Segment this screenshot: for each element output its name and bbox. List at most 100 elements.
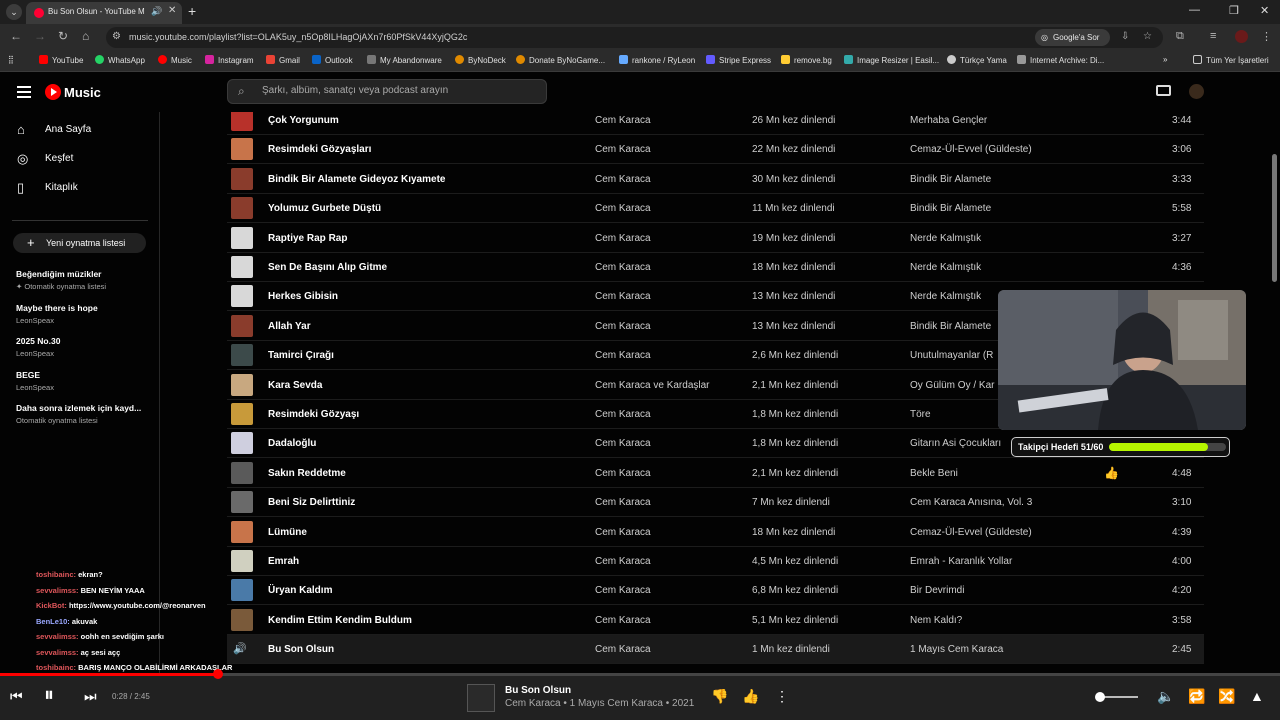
track-thumbnail[interactable]	[231, 403, 253, 425]
sidebar-playlist[interactable]: Maybe there is hope LeonSpeax	[16, 303, 151, 325]
bookmark-removebg[interactable]: remove.bg	[781, 55, 832, 65]
cast-icon[interactable]	[1156, 85, 1171, 96]
extensions-icon[interactable]: ⧉	[1176, 30, 1184, 43]
track-thumbnail[interactable]	[231, 197, 253, 220]
track-row[interactable]: 🔊 Bu Son Olsun Cem Karaca 1 Mn kez dinlendi…	[227, 635, 1204, 665]
track-thumbnail[interactable]	[231, 314, 253, 337]
track-title[interactable]: Herkes Gibisin	[268, 291, 338, 302]
bookmark-bynodeck[interactable]: ByNoDeck	[455, 55, 506, 65]
track-thumbnail[interactable]	[231, 138, 253, 161]
track-artist[interactable]: Cem Karaca	[595, 615, 651, 626]
dislike-icon[interactable]: 👎	[711, 688, 728, 705]
track-artist[interactable]: Cem Karaca	[595, 409, 651, 420]
volume-icon[interactable]: 🔈	[1157, 688, 1174, 705]
track-album[interactable]: 1 Mayıs Cem Karaca	[910, 644, 1003, 655]
bookmark-turkce-yama[interactable]: Türkçe Yama	[947, 55, 1007, 65]
track-album[interactable]: Bekle Beni	[910, 468, 958, 479]
sidebar-playlist[interactable]: 2025 No.30 LeonSpeax	[16, 336, 151, 358]
track-album[interactable]: Nerde Kalmıştık	[910, 291, 981, 302]
bookmark-youtube[interactable]: YouTube	[39, 55, 83, 65]
now-playing-title[interactable]: Bu Son Olsun	[505, 685, 571, 696]
forward-icon[interactable]: →	[34, 29, 46, 43]
track-title[interactable]: Bindik Bir Alamete Gideyoz Kıyamete	[268, 174, 445, 185]
track-thumbnail[interactable]	[231, 461, 253, 484]
bookmark-donate[interactable]: Donate ByNoGame...	[516, 55, 605, 65]
track-album[interactable]: Unutulmayanlar (R	[910, 350, 993, 361]
track-artist[interactable]: Cem Karaca	[595, 144, 651, 155]
track-album[interactable]: Merhaba Gençler	[910, 115, 987, 126]
bookmark-abandonware[interactable]: My Abandonware	[367, 55, 442, 65]
track-thumbnail[interactable]	[231, 550, 253, 572]
track-row[interactable]: Raptiye Rap Rap Cem Karaca 19 Mn kez dinle…	[227, 224, 1204, 253]
track-album[interactable]: Cem Karaca Anısına, Vol. 3	[910, 497, 1032, 508]
like-icon[interactable]: 👍	[742, 688, 759, 705]
track-row[interactable]: Üryan Kaldım Cem Karaca 6,8 Mn kez dinlend…	[227, 576, 1204, 606]
bookmark-star-icon[interactable]: ☆	[1143, 31, 1152, 42]
track-album[interactable]: Töre	[910, 409, 931, 420]
track-album[interactable]: Bindik Bir Alamete	[910, 321, 991, 332]
track-title[interactable]: Dadaloğlu	[268, 438, 316, 449]
track-artist[interactable]: Cem Karaca	[595, 556, 651, 567]
track-thumbnail[interactable]	[231, 256, 253, 278]
track-album[interactable]: Oy Gülüm Oy / Kar	[910, 380, 994, 391]
track-title[interactable]: Resimdeki Gözyaşları	[268, 144, 371, 155]
track-artist[interactable]: Cem Karaca ve Kardaşlar	[595, 380, 710, 391]
track-thumbnail[interactable]	[231, 285, 253, 308]
track-artist[interactable]: Cem Karaca	[595, 291, 651, 302]
search-box[interactable]: ⌕	[227, 79, 547, 104]
track-row[interactable]: Kendim Ettim Kendim Buldum Cem Karaca 5,1 …	[227, 606, 1204, 635]
thumbs-up-icon[interactable]: 👍	[1104, 466, 1119, 480]
progress-bar[interactable]	[0, 669, 1280, 679]
track-artist[interactable]: Cem Karaca	[595, 497, 651, 508]
new-tab-icon[interactable]: +	[188, 3, 196, 19]
track-title[interactable]: Sen De Başını Alıp Gitme	[268, 262, 387, 273]
previous-icon[interactable]: ⏮	[10, 688, 23, 705]
bookmark-whatsapp[interactable]: WhatsApp	[95, 55, 145, 65]
track-title[interactable]: Yolumuz Gurbete Düştü	[268, 203, 381, 214]
track-artist[interactable]: Cem Karaca	[595, 203, 651, 214]
pause-icon[interactable]: ⏸	[44, 684, 54, 707]
track-album[interactable]: Cemaz-Ül-Evvel (Güldeste)	[910, 144, 1032, 155]
google-sor-button[interactable]: ◎ Google'a Sor	[1035, 29, 1110, 46]
track-thumbnail[interactable]	[231, 226, 253, 249]
track-album[interactable]: Cemaz-Ül-Evvel (Güldeste)	[910, 527, 1032, 538]
browser-tab[interactable]: Bu Son Olsun - YouTube M 🔊 ✕	[26, 2, 182, 24]
logo-text[interactable]: Music	[64, 85, 101, 100]
track-album[interactable]: Bindik Bir Alamete	[910, 174, 991, 185]
track-title[interactable]: Üryan Kaldım	[268, 585, 332, 596]
shuffle-icon[interactable]: 🔀	[1218, 688, 1235, 705]
track-thumbnail[interactable]	[231, 344, 253, 367]
apps-grid-icon[interactable]: ⣿	[8, 55, 14, 64]
track-title[interactable]: Emrah	[268, 556, 299, 567]
track-row[interactable]: Bindik Bir Alamete Gideyoz Kıyamete Cem K…	[227, 165, 1204, 194]
track-artist[interactable]: Cem Karaca	[595, 115, 651, 126]
track-title[interactable]: Raptiye Rap Rap	[268, 233, 347, 244]
track-row[interactable]: Çok Yorgunum Cem Karaca 26 Mn kez dinlendi…	[227, 112, 1204, 135]
track-artist[interactable]: Cem Karaca	[595, 527, 651, 538]
track-artist[interactable]: Cem Karaca	[595, 468, 651, 479]
bookmarks-overflow-icon[interactable]: »	[1163, 55, 1167, 64]
now-playing-art[interactable]	[467, 684, 495, 712]
bookmark-stripe[interactable]: Stripe Express	[706, 55, 771, 65]
track-row[interactable]: Lümüne Cem Karaca 18 Mn kez dinlendi Cemaz-…	[227, 518, 1204, 547]
youtube-music-logo-icon[interactable]	[45, 84, 61, 100]
track-artist[interactable]: Cem Karaca	[595, 321, 651, 332]
track-title[interactable]: Allah Yar	[268, 321, 311, 332]
bookmark-outlook[interactable]: Outlook	[312, 55, 353, 65]
track-artist[interactable]: Cem Karaca	[595, 174, 651, 185]
repeat-icon[interactable]: 🔁	[1188, 688, 1205, 705]
restore-icon[interactable]: ❐	[1229, 4, 1239, 17]
track-row[interactable]: Yolumuz Gurbete Düştü Cem Karaca 11 Mn kez…	[227, 194, 1204, 224]
track-artist[interactable]: Cem Karaca	[595, 644, 651, 655]
avatar[interactable]	[1189, 84, 1204, 99]
track-thumbnail[interactable]	[231, 520, 253, 543]
sidebar-playlist[interactable]: Daha sonra izlemek için kayd... Otomatik…	[16, 403, 151, 425]
volume-knob[interactable]	[1095, 692, 1105, 702]
track-artist[interactable]: Cem Karaca	[595, 262, 651, 273]
site-info-icon[interactable]: ⚙	[112, 31, 121, 42]
bookmark-music[interactable]: Music	[158, 55, 192, 65]
track-row[interactable]: Sen De Başını Alıp Gitme Cem Karaca 18 Mn …	[227, 253, 1204, 282]
track-title[interactable]: Beni Siz Delirttiniz	[268, 497, 355, 508]
track-row[interactable]: Sakın Reddetme Cem Karaca 2,1 Mn kez dinle…	[227, 459, 1204, 488]
now-playing-subtitle[interactable]: Cem Karaca • 1 Mayıs Cem Karaca • 2021	[505, 698, 694, 709]
